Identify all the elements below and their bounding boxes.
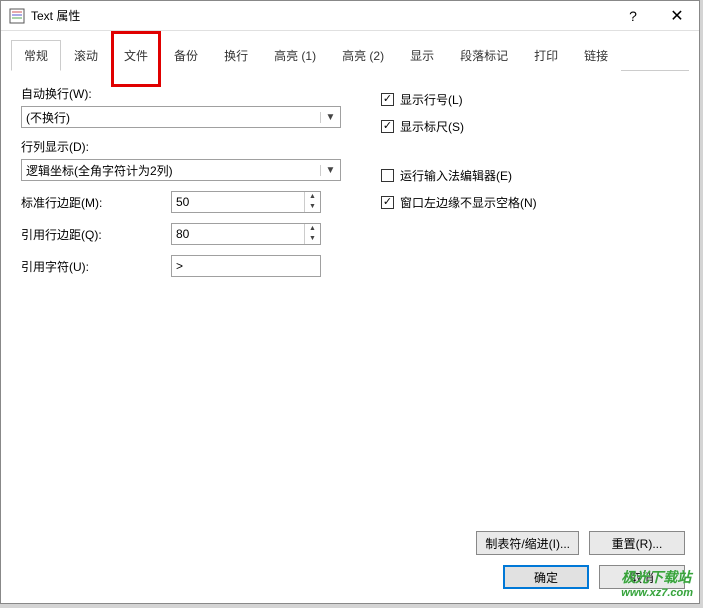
tab-highlight1[interactable]: 高亮 (1) bbox=[261, 40, 329, 71]
tabs-indent-button[interactable]: 制表符/缩进(I)... bbox=[476, 531, 579, 555]
ok-button[interactable]: 确定 bbox=[503, 565, 589, 589]
checkbox-icon bbox=[381, 196, 394, 209]
autowrap-value: (不换行) bbox=[26, 109, 70, 126]
reset-button[interactable]: 重置(R)... bbox=[589, 531, 685, 555]
tab-bar: 常规 滚动 文件 备份 换行 高亮 (1) 高亮 (2) 显示 段落标记 打印 … bbox=[11, 39, 689, 71]
tab-backup[interactable]: 备份 bbox=[161, 40, 211, 71]
content-area: 常规 滚动 文件 备份 换行 高亮 (1) 高亮 (2) 显示 段落标记 打印 … bbox=[1, 31, 699, 603]
spinner-down-icon[interactable]: ▼ bbox=[305, 202, 320, 212]
left-edge-blank-label: 窗口左边缘不显示空格(N) bbox=[400, 194, 537, 211]
tab-file[interactable]: 文件 bbox=[111, 40, 161, 71]
spinner-up-icon[interactable]: ▲ bbox=[305, 224, 320, 234]
bottom-footer: 确定 取消 bbox=[11, 561, 689, 593]
quote-char-input[interactable]: > bbox=[171, 255, 321, 277]
autowrap-combo[interactable]: (不换行) ▼ bbox=[21, 106, 341, 128]
checkbox-icon bbox=[381, 169, 394, 182]
show-linenum-label: 显示行号(L) bbox=[400, 91, 463, 108]
tab-paragraph[interactable]: 段落标记 bbox=[447, 40, 521, 71]
rowcol-combo[interactable]: 逻辑坐标(全角字符计为2列) ▼ bbox=[21, 159, 341, 181]
run-ime-label: 运行输入法编辑器(E) bbox=[400, 167, 512, 184]
tab-highlight2[interactable]: 高亮 (2) bbox=[329, 40, 397, 71]
spinner-up-icon[interactable]: ▲ bbox=[305, 192, 320, 202]
tab-general[interactable]: 常规 bbox=[11, 40, 61, 71]
spinner-buttons: ▲ ▼ bbox=[304, 224, 320, 244]
right-column: 显示行号(L) 显示标尺(S) 运行输入法编辑器(E) 窗口左边缘不显示空格(N… bbox=[381, 85, 679, 287]
cancel-button[interactable]: 取消 bbox=[599, 565, 685, 589]
left-edge-blank-checkbox[interactable]: 窗口左边缘不显示空格(N) bbox=[381, 194, 679, 211]
rowcol-label: 行列显示(D): bbox=[21, 138, 351, 155]
show-linenum-checkbox[interactable]: 显示行号(L) bbox=[381, 91, 679, 108]
chevron-down-icon: ▼ bbox=[320, 165, 336, 176]
std-margin-label: 标准行边距(M): bbox=[21, 194, 171, 211]
help-button[interactable]: ? bbox=[611, 1, 655, 30]
rowcol-value: 逻辑坐标(全角字符计为2列) bbox=[26, 162, 173, 179]
tab-wrap[interactable]: 换行 bbox=[211, 40, 261, 71]
titlebar: Text 属性 ? ✕ bbox=[1, 1, 699, 31]
std-margin-spinner[interactable]: 50 ▲ ▼ bbox=[171, 191, 321, 213]
tab-link[interactable]: 链接 bbox=[571, 40, 621, 71]
spinner-buttons: ▲ ▼ bbox=[304, 192, 320, 212]
quote-margin-value: 80 bbox=[172, 227, 304, 241]
tab-print[interactable]: 打印 bbox=[521, 40, 571, 71]
checkbox-icon bbox=[381, 120, 394, 133]
dialog-window: Text 属性 ? ✕ 常规 滚动 文件 备份 换行 高亮 (1) 高亮 (2)… bbox=[0, 0, 700, 604]
autowrap-label: 自动换行(W): bbox=[21, 85, 351, 102]
checkbox-icon bbox=[381, 93, 394, 106]
tab-display[interactable]: 显示 bbox=[397, 40, 447, 71]
window-title: Text 属性 bbox=[31, 7, 80, 24]
show-ruler-label: 显示标尺(S) bbox=[400, 118, 464, 135]
tab-scroll[interactable]: 滚动 bbox=[61, 40, 111, 71]
chevron-down-icon: ▼ bbox=[320, 112, 336, 123]
close-button[interactable]: ✕ bbox=[655, 1, 699, 30]
quote-margin-spinner[interactable]: 80 ▲ ▼ bbox=[171, 223, 321, 245]
app-icon bbox=[9, 8, 25, 24]
quote-char-value: > bbox=[176, 259, 183, 273]
quote-margin-label: 引用行边距(Q): bbox=[21, 226, 171, 243]
run-ime-checkbox[interactable]: 运行输入法编辑器(E) bbox=[381, 167, 679, 184]
mid-footer: 制表符/缩进(I)... 重置(R)... bbox=[11, 521, 689, 561]
left-column: 自动换行(W): (不换行) ▼ 行列显示(D): 逻辑坐标(全角字符计为2列)… bbox=[21, 85, 351, 287]
show-ruler-checkbox[interactable]: 显示标尺(S) bbox=[381, 118, 679, 135]
spinner-down-icon[interactable]: ▼ bbox=[305, 234, 320, 244]
quote-char-label: 引用字符(U): bbox=[21, 258, 171, 275]
titlebar-right: ? ✕ bbox=[611, 1, 699, 30]
titlebar-left: Text 属性 bbox=[9, 7, 80, 24]
std-margin-value: 50 bbox=[172, 195, 304, 209]
form-area: 自动换行(W): (不换行) ▼ 行列显示(D): 逻辑坐标(全角字符计为2列)… bbox=[11, 71, 689, 287]
